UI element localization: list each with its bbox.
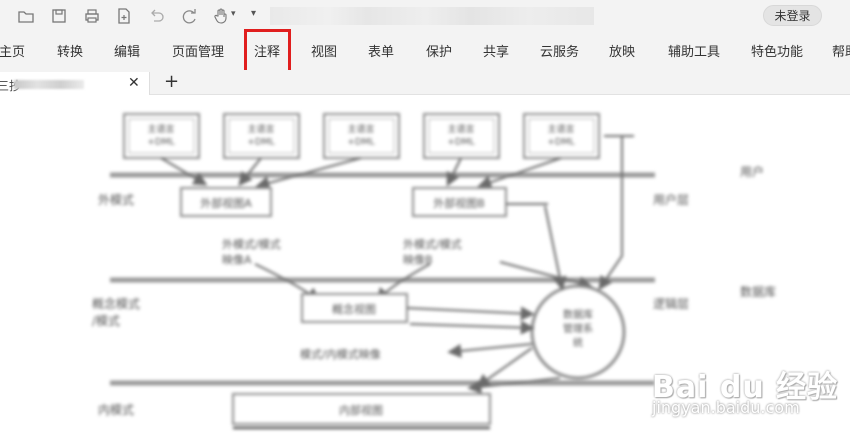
login-button[interactable]: 未登录	[763, 5, 822, 26]
menu-home[interactable]: 主页	[0, 41, 25, 60]
menu-protect[interactable]: 保护	[426, 41, 452, 60]
menu-features[interactable]: 特色功能	[751, 41, 803, 60]
concept-view-label: 概念视图	[332, 302, 376, 316]
left-label-concept: 概念模式/模式	[92, 296, 140, 328]
print-icon[interactable]	[81, 5, 103, 27]
menu-form[interactable]: 表单	[368, 41, 394, 60]
document-tab-bar: 三抄 ✕ +	[0, 70, 850, 95]
right-label-user-layer: 用户层	[653, 192, 689, 207]
menu-cloud[interactable]: 云服务	[540, 41, 579, 60]
menu-tools[interactable]: 辅助工具	[668, 41, 720, 60]
close-tab-icon[interactable]: ✕	[128, 75, 140, 91]
document-tab-title-blur	[14, 80, 84, 89]
menu-view[interactable]: 视图	[311, 41, 337, 60]
top-box: 主语言+DML	[523, 113, 600, 159]
top-box: 主语言+DML	[223, 113, 300, 159]
mapping-a-label: 外模式/模式映像A	[222, 238, 281, 266]
left-label-internal: 内模式	[98, 403, 134, 417]
internal-view-label: 内部视图	[339, 403, 383, 417]
right-label-logic-layer: 逻辑层	[653, 297, 689, 311]
customize-toolbar-dropdown-icon[interactable]: ▾	[251, 8, 256, 19]
right-label-user: 用户	[740, 164, 764, 179]
schema-mapping-label: 模式/内模式映像	[300, 347, 381, 361]
menu-page-manage[interactable]: 页面管理	[172, 41, 224, 60]
main-menu-bar: 主页 转换 编辑 页面管理 注释 视图 表单 保护 共享 云服务 放映 辅助工具…	[0, 32, 850, 70]
menu-slideshow[interactable]: 放映	[609, 41, 635, 60]
hand-tool-dropdown-icon[interactable]: ▾	[231, 9, 236, 19]
document-tab[interactable]: 三抄 ✕	[0, 72, 150, 95]
menu-share[interactable]: 共享	[483, 41, 509, 60]
baidu-jingyan-watermark: Bai du 经验 jingyan.baidu.com	[648, 362, 848, 432]
new-document-icon[interactable]	[113, 5, 135, 27]
right-label-database: 数据库	[740, 284, 776, 299]
menu-edit[interactable]: 编辑	[114, 41, 140, 60]
menu-convert[interactable]: 转换	[57, 41, 83, 60]
undo-icon[interactable]	[146, 5, 168, 27]
save-icon[interactable]	[48, 5, 70, 27]
top-box: 主语言+DML	[323, 113, 400, 159]
login-label: 未登录	[774, 9, 811, 23]
external-view-a-label: 外部视图A	[200, 196, 252, 210]
redo-icon[interactable]	[179, 5, 201, 27]
external-view-b-label: 外部视图B	[433, 196, 485, 210]
top-box: 主语言+DML	[423, 113, 500, 159]
new-tab-icon[interactable]: +	[164, 71, 179, 92]
quick-access-toolbar: ▾ ▾ 未登录	[0, 0, 850, 32]
open-folder-icon[interactable]	[15, 5, 37, 27]
mapping-b-label: 外模式/模式映像B	[403, 238, 462, 266]
annotate-highlight-box	[244, 29, 291, 73]
watermark-site: jingyan.baidu.com	[652, 398, 800, 417]
hand-tool-icon[interactable]	[210, 5, 232, 27]
menu-help[interactable]: 帮助	[832, 41, 850, 60]
top-box: 主语言+DML	[123, 113, 200, 159]
left-label-external: 外模式	[98, 193, 134, 207]
document-path-bar	[270, 7, 594, 25]
